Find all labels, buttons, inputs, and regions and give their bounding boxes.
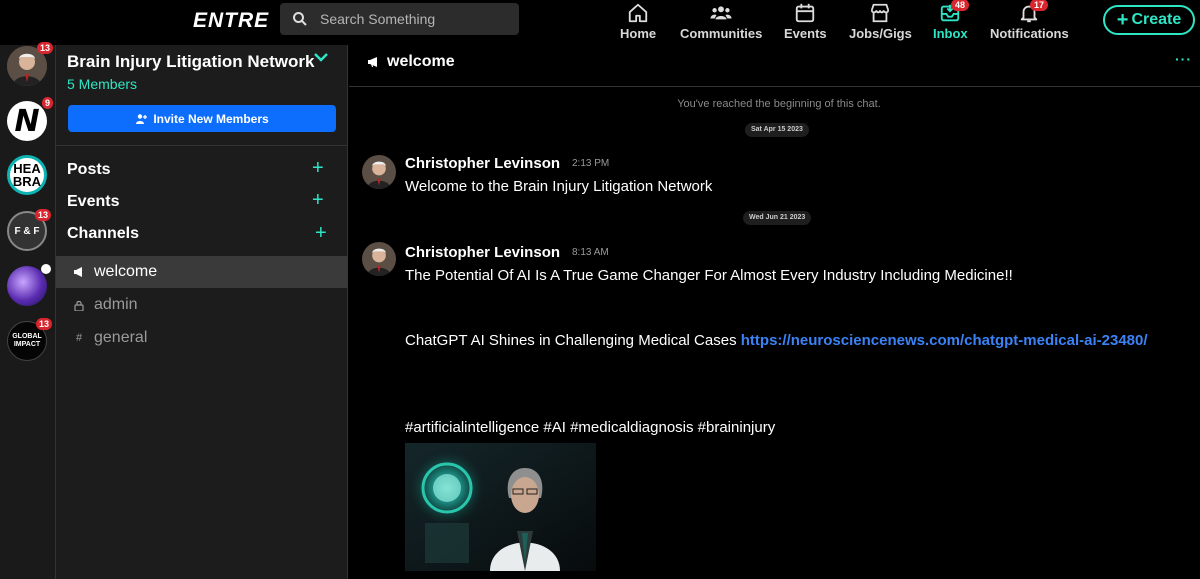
lock-icon (74, 300, 84, 311)
message-image[interactable] (405, 443, 596, 571)
channel-label: general (94, 329, 148, 346)
channel-admin[interactable]: admin (56, 289, 348, 321)
person-avatar-icon (362, 155, 396, 189)
article-link[interactable]: https://neurosciencenews.com/chatgpt-med… (741, 332, 1148, 349)
create-label: Create (1131, 11, 1182, 28)
people-icon (710, 6, 732, 20)
member-count[interactable]: 5 Members (67, 76, 137, 92)
more-options-icon[interactable]: ··· (1175, 51, 1192, 67)
rail-badge: 13 (34, 209, 51, 221)
section-posts[interactable]: Posts (67, 161, 111, 179)
invite-label: Invite New Members (153, 111, 269, 126)
top-nav-bar: ENTRE Home Communities Events Jobs/Gigs … (0, 0, 1200, 45)
message-text: Welcome to the Brain Injury Litigation N… (405, 178, 713, 195)
impact-text: IMPACT (13, 341, 41, 348)
add-user-icon (136, 113, 148, 124)
rail-badge: 13 (35, 318, 52, 330)
rail-badge: 9 (41, 97, 53, 109)
divider (56, 145, 348, 146)
message-time: 8:13 AM (572, 247, 609, 258)
plus-icon: + (1116, 9, 1129, 31)
date-divider: Wed Jun 21 2023 (743, 211, 812, 225)
invite-members-button[interactable]: Invite New Members (68, 105, 336, 132)
inbox-badge: 48 (951, 0, 970, 11)
nav-home-label: Home (620, 26, 657, 41)
channel-label: welcome (94, 263, 158, 280)
calendar-icon (796, 3, 815, 23)
section-events[interactable]: Events (67, 193, 119, 211)
chat-title: welcome (367, 53, 455, 71)
community-sidebar: Brain Injury Litigation Network 5 Member… (56, 45, 348, 579)
chat-panel: welcome ··· You've reached the beginning… (349, 45, 1200, 579)
megaphone-icon (74, 267, 82, 277)
message-text-with-link: ChatGPT AI Shines in Challenging Medical… (405, 332, 1148, 349)
store-icon (871, 3, 890, 23)
message-author[interactable]: Christopher Levinson (405, 244, 560, 261)
message-author[interactable]: Christopher Levinson (405, 155, 560, 172)
chevron-down-icon[interactable] (312, 50, 330, 64)
hash-icon: # (75, 332, 83, 344)
search-icon (293, 12, 307, 26)
nav-communities[interactable]: Communities (680, 2, 762, 42)
search-box[interactable] (280, 3, 519, 35)
author-avatar[interactable] (362, 155, 396, 189)
notifications-badge: 17 (1030, 0, 1049, 11)
megaphone-icon (368, 57, 377, 67)
section-channels[interactable]: Channels (67, 225, 139, 243)
home-icon (628, 3, 648, 23)
chat-header: welcome ··· (349, 45, 1200, 87)
nav-events[interactable]: Events (784, 2, 827, 42)
bra-text: BRA (12, 174, 42, 189)
message-text: The Potential Of AI Is A True Game Chang… (405, 267, 1013, 284)
community-hea-bra[interactable]: HEA BRA (7, 155, 47, 195)
message-time: 2:13 PM (572, 158, 610, 169)
nav-inbox-label: Inbox (933, 26, 968, 41)
nav-events-label: Events (784, 26, 827, 41)
search-input[interactable] (320, 11, 500, 27)
community-title[interactable]: Brain Injury Litigation Network (67, 52, 314, 72)
community-f-and-f[interactable]: F & F 13 (7, 209, 51, 251)
community-rail: 13 N 9 HEA BRA F & F 13 GLOBAL IMPACT 13 (0, 42, 56, 579)
channel-label: admin (94, 296, 138, 313)
community-galaxy[interactable] (7, 264, 51, 306)
create-button[interactable]: + Create (1103, 5, 1195, 35)
message-text: ChatGPT AI Shines in Challenging Medical… (405, 332, 741, 349)
channel-welcome[interactable]: welcome (56, 256, 348, 288)
nav-notifications[interactable]: Notifications 17 (990, 0, 1069, 42)
author-avatar[interactable] (362, 242, 396, 276)
ai-doctor-image (405, 443, 596, 571)
nav-jobs-gigs-label: Jobs/Gigs (849, 26, 912, 41)
rail-badge: 13 (36, 42, 53, 54)
message-hashtags: #artificialintelligence #AI #medicaldiag… (405, 419, 776, 436)
nav-notifications-label: Notifications (990, 26, 1069, 41)
channel-general[interactable]: # general (56, 322, 348, 354)
community-global-impact[interactable]: GLOBAL IMPACT 13 (7, 318, 52, 361)
community-n[interactable]: N 9 (7, 97, 53, 141)
entre-logo[interactable]: ENTRE (193, 9, 269, 33)
community-avatar-brain-injury[interactable]: 13 (7, 42, 53, 86)
f-and-f-text: F & F (14, 225, 40, 237)
nav-home[interactable]: Home (620, 2, 656, 42)
chat-beginning-notice: You've reached the beginning of this cha… (677, 98, 881, 110)
n-logo: N (14, 103, 40, 139)
nav-jobs-gigs[interactable]: Jobs/Gigs (849, 2, 912, 42)
nav-communities-label: Communities (680, 26, 763, 41)
chat-title-text: welcome (387, 53, 455, 70)
add-event-icon[interactable]: + (312, 190, 324, 210)
global-text: GLOBAL (12, 333, 42, 340)
person-avatar-icon (362, 242, 396, 276)
add-post-icon[interactable]: + (312, 158, 324, 178)
add-channel-icon[interactable]: + (315, 223, 327, 243)
nav-inbox[interactable]: Inbox 48 (933, 0, 970, 42)
unread-dot (41, 264, 51, 274)
date-divider: Sat Apr 15 2023 (745, 123, 809, 137)
